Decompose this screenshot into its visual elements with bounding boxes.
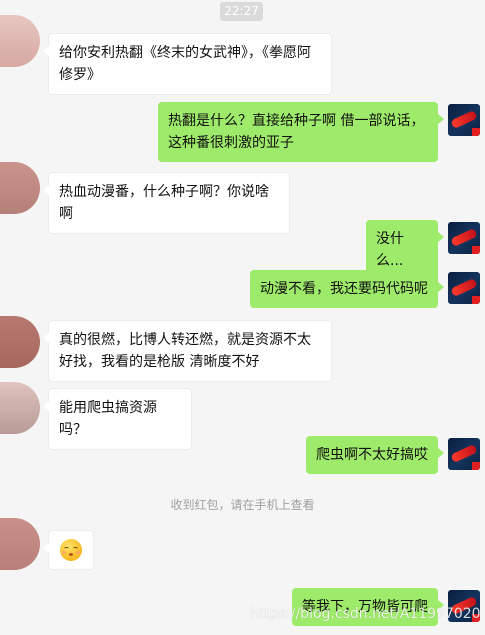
contact-avatar[interactable] — [0, 15, 40, 67]
message-bubble[interactable]: 热翻是什么？直接给种子啊 借一部说话，这种番很刺激的亚子 — [158, 102, 444, 162]
contact-avatar[interactable] — [0, 162, 40, 214]
message-bubble[interactable]: 热血动漫番，什么种子啊？你说啥啊 — [43, 172, 290, 234]
watermark: https://blog.csdn.net/A11997020 — [250, 606, 481, 622]
system-notice: 收到红包，请在手机上查看 — [170, 498, 315, 512]
chat-window: 22:27 给你安利热翻《终末的女武神》，《拳愿阿修罗》 热翻是什么？直接给种子… — [0, 0, 485, 635]
message-bubble[interactable]: 给你安利热翻《终末的女武神》，《拳愿阿修罗》 — [43, 33, 332, 95]
message-bubble[interactable]: 能用爬虫搞资源吗？ — [43, 388, 192, 450]
message-bubble[interactable]: 爬虫啊不太好搞哎 — [306, 436, 444, 474]
contact-avatar[interactable] — [0, 316, 40, 368]
my-avatar[interactable] — [448, 272, 480, 304]
message-bubble[interactable] — [43, 530, 94, 570]
message-bubble[interactable]: 真的很燃，比博人转还燃，就是资源不太好找，我看的是枪版 清晰度不好 — [43, 320, 332, 382]
contact-avatar[interactable] — [0, 518, 40, 570]
my-avatar[interactable] — [448, 438, 480, 470]
message-bubble[interactable]: 动漫不看，我还要码代码呢 — [250, 270, 444, 308]
my-avatar[interactable] — [448, 222, 480, 254]
contact-avatar[interactable] — [0, 382, 40, 434]
kissing-face-emoji-icon — [60, 539, 82, 561]
my-avatar[interactable] — [448, 104, 480, 136]
timestamp: 22:27 — [220, 2, 263, 21]
